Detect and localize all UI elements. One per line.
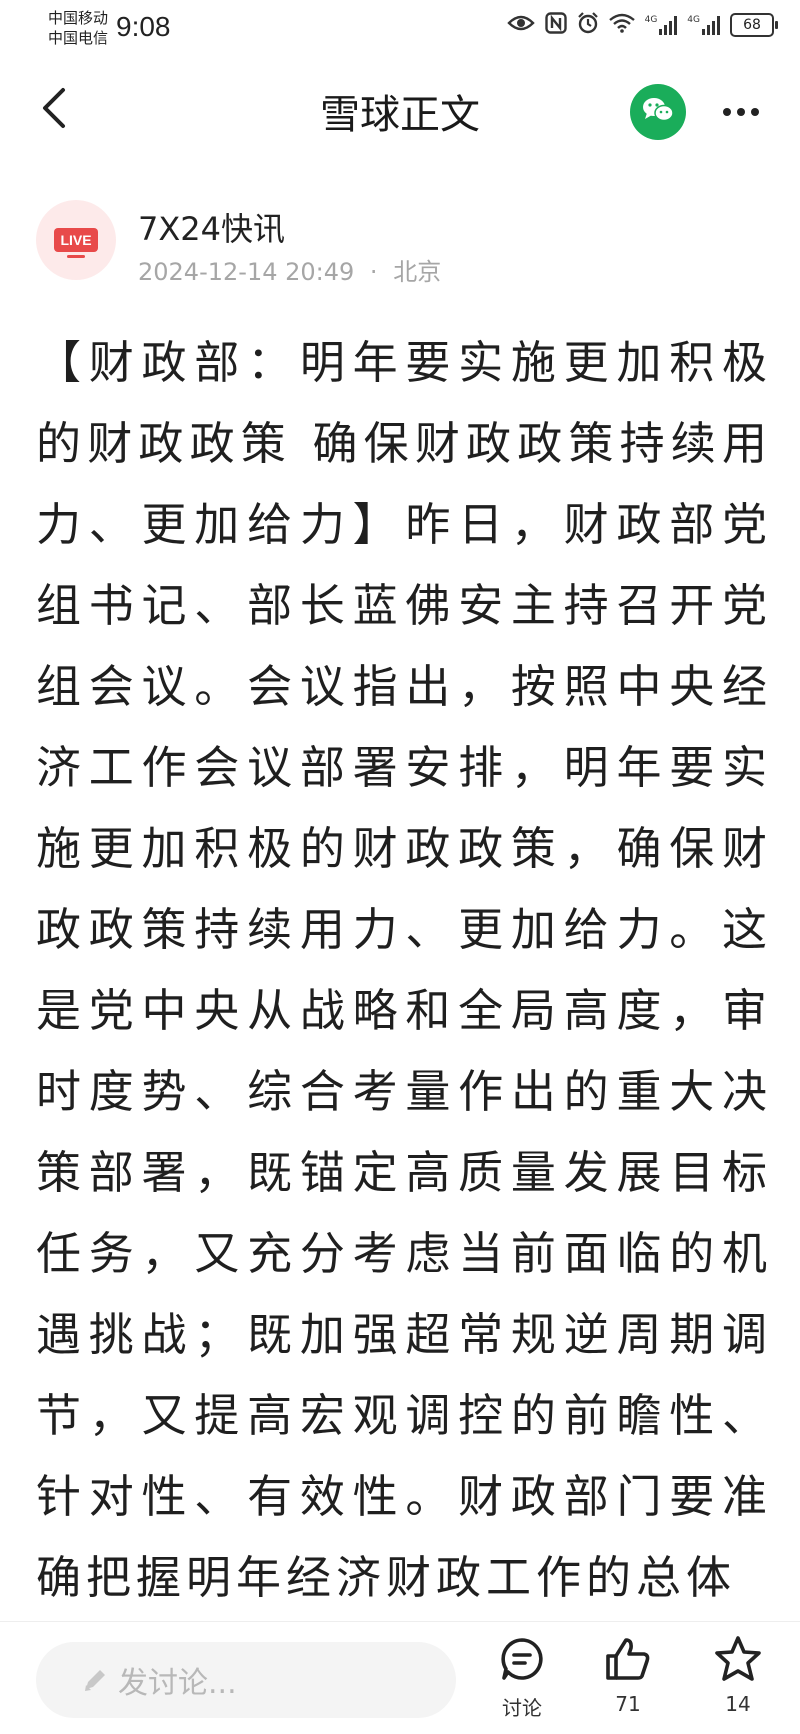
bottom-action-bar: 发讨论... 讨论 71 14 — [0, 1621, 800, 1734]
status-icons: 4G 4G 68 — [506, 12, 778, 38]
like-button[interactable]: 71 — [588, 1632, 668, 1716]
pencil-icon — [82, 1667, 108, 1693]
favorite-button[interactable]: 14 — [698, 1632, 778, 1716]
battery-icon: 68 — [730, 13, 778, 37]
network-type-2: 4G — [687, 15, 700, 25]
network-type-1: 4G — [644, 15, 658, 25]
clock: 9:08 — [116, 11, 171, 42]
carrier-info: 中国移动 中国电信 — [48, 8, 108, 48]
more-dot — [723, 108, 731, 116]
carrier-2: 中国电信 — [48, 29, 109, 47]
article-body: 【财政部：明年要实施更加积极的财政政策 确保财政政策持续用力、更加给力】昨日，财… — [36, 336, 772, 1604]
wechat-icon — [641, 95, 675, 129]
signal-2-icon: 4G — [687, 15, 720, 35]
top-nav: 雪球正文 — [0, 60, 800, 160]
post-datetime: 2024-12-14 20:49 — [138, 258, 355, 286]
thumbs-up-icon — [588, 1632, 668, 1686]
favorite-count: 14 — [725, 1692, 751, 1716]
post-meta: 2024-12-14 20:49 · 北京 — [138, 252, 441, 287]
carrier-1: 中国移动 — [48, 9, 109, 27]
post-location: 北京 — [393, 258, 442, 286]
like-count: 71 — [615, 1692, 641, 1716]
nfc-icon — [544, 12, 567, 38]
author-name[interactable]: 7X24快讯 — [138, 204, 285, 250]
eye-icon — [506, 13, 535, 37]
comment-input[interactable]: 发讨论... — [36, 1642, 456, 1718]
meta-separator: · — [369, 258, 378, 286]
wechat-share-button[interactable] — [630, 84, 686, 140]
wifi-icon — [608, 13, 635, 37]
alarm-icon — [577, 12, 599, 38]
star-icon — [698, 1632, 778, 1686]
more-dot — [737, 108, 745, 116]
more-button[interactable] — [716, 90, 766, 134]
more-dot — [751, 108, 759, 116]
live-icon: LIVE — [54, 228, 98, 258]
discuss-icon — [482, 1632, 562, 1686]
avatar[interactable]: LIVE — [36, 200, 116, 280]
status-bar: 中国移动 中国电信 9:08 4G 4G 68 — [0, 0, 800, 56]
author-header: LIVE 7X24快讯 2024-12-14 20:49 · 北京 — [36, 196, 776, 286]
discuss-label: 讨论 — [502, 1696, 542, 1720]
discuss-button[interactable]: 讨论 — [482, 1632, 562, 1721]
comment-placeholder: 发讨论... — [118, 1666, 237, 1701]
signal-1-icon: 4G — [645, 15, 678, 35]
